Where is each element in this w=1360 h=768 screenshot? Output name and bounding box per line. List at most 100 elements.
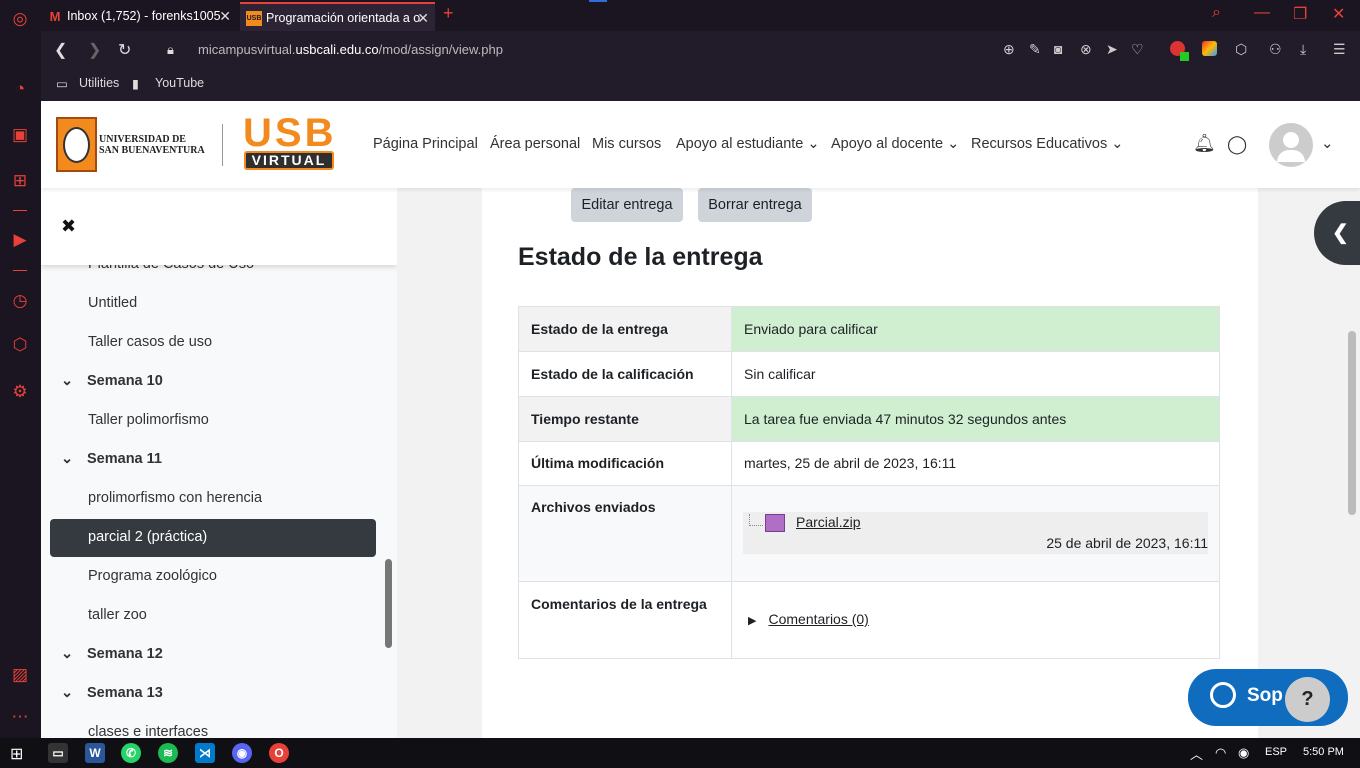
section-semana-12[interactable]: ⌄ Semana 12 — [61, 646, 163, 662]
new-tab-plus-icon[interactable]: + — [443, 3, 454, 24]
nav-apoyo-estudiante[interactable]: Apoyo al estudiante ⌄ — [676, 136, 820, 152]
course-item[interactable]: Programa zoológico — [88, 568, 217, 584]
forward-icon[interactable]: ❯ — [88, 40, 101, 60]
word-icon[interactable]: W — [85, 743, 105, 763]
reload-icon[interactable]: ↻ — [118, 40, 131, 60]
section-semana-10[interactable]: ⌄ Semana 10 — [61, 373, 163, 389]
discord-tray-icon[interactable]: ◉ — [1238, 745, 1249, 761]
file-link[interactable]: Parcial.zip — [796, 514, 861, 530]
tree-line — [749, 514, 763, 526]
menu-icon[interactable]: ☰ — [1333, 41, 1346, 58]
close-window-icon[interactable]: ✕ — [1332, 4, 1345, 24]
more-dots-icon[interactable]: ⋯ — [9, 706, 31, 728]
close-drawer-icon[interactable]: ✖ — [61, 216, 76, 237]
lock-icon[interactable]: 🔒︎ — [167, 42, 174, 58]
nav-mis-cursos[interactable]: Mis cursos — [592, 136, 661, 152]
nav-label: Apoyo al estudiante — [676, 136, 804, 152]
nav-apoyo-docente[interactable]: Apoyo al docente ⌄ — [831, 136, 959, 152]
chevron-down-icon: ⌄ — [807, 136, 820, 152]
bookmark-youtube[interactable]: YouTube — [155, 76, 204, 90]
course-item-active[interactable]: parcial 2 (práctica) — [88, 529, 207, 545]
speed-dial-icon[interactable]: ◔ — [9, 78, 31, 100]
profile-icon[interactable]: ⚇ — [1269, 41, 1282, 58]
close-tab-icon[interactable]: ✕ — [219, 2, 231, 31]
help-button[interactable]: ? — [1285, 677, 1330, 722]
gmail-favicon-icon: M — [49, 9, 61, 24]
course-item[interactable]: taller zoo — [88, 607, 147, 623]
back-icon[interactable]: ❮ — [54, 40, 67, 60]
terminal-icon[interactable]: ▭ — [48, 743, 68, 763]
delete-submission-button[interactable]: Borrar entrega — [698, 188, 812, 222]
vscode-icon[interactable]: ⋊ — [195, 743, 215, 763]
restore-icon[interactable]: ❐ — [1293, 4, 1307, 24]
search-tabs-icon[interactable]: ⌕ — [1212, 4, 1221, 22]
nav-pagina-principal[interactable]: Página Principal — [373, 136, 478, 152]
extension-color-icon[interactable] — [1202, 41, 1217, 56]
tab-programacion[interactable]: USB Programación orientada a o ✕ — [240, 2, 435, 31]
row-label: Comentarios de la entrega — [518, 581, 732, 659]
zoom-icon[interactable]: ⊕ — [1003, 41, 1015, 58]
history-icon[interactable]: ◷ — [9, 290, 31, 312]
edit-icon[interactable]: ✎ — [1029, 41, 1041, 58]
camera-icon[interactable]: ◙ — [1054, 41, 1062, 57]
tab-inbox[interactable]: M Inbox (1,752) - forenks1005 ✕ — [41, 2, 237, 31]
language-indicator[interactable]: ESP — [1265, 746, 1287, 758]
edit-submission-button[interactable]: Editar entrega — [571, 188, 683, 222]
whatsapp-icon[interactable]: ✆ — [121, 743, 141, 763]
course-item[interactable]: clases e interfaces — [88, 724, 208, 738]
wifi-icon[interactable]: ◠ — [1215, 745, 1226, 761]
url-path: /mod/assign/view.php — [378, 42, 503, 57]
block-icon[interactable]: ⊗ — [1080, 41, 1092, 58]
close-tab-icon[interactable]: ✕ — [417, 4, 429, 31]
messages-chat-icon[interactable]: ◯ — [1227, 134, 1247, 155]
support-widget[interactable]: Sop ? — [1188, 669, 1348, 726]
nav-recursos-educativos[interactable]: Recursos Educativos ⌄ — [971, 136, 1123, 152]
page-scrollbar[interactable] — [1348, 331, 1356, 515]
opera-icon[interactable]: O — [269, 743, 289, 763]
gallery-icon[interactable]: ▨ — [9, 664, 31, 686]
send-icon[interactable]: ➤ — [1106, 41, 1118, 58]
opera-logo-icon[interactable]: ◎ — [9, 8, 31, 30]
user-menu-chevron-icon[interactable]: ⌄ — [1321, 134, 1334, 152]
chat-bubble-icon — [1210, 682, 1236, 708]
cube-icon[interactable]: ⬡ — [9, 334, 31, 356]
tab-label: Programación orientada a o — [266, 11, 421, 25]
bookmark-utilities[interactable]: Utilities — [79, 76, 119, 90]
course-item[interactable]: Untitled — [88, 295, 137, 311]
chevron-down-icon: ⌄ — [61, 373, 74, 389]
download-icon[interactable]: ⤓ — [1300, 41, 1306, 58]
settings-gear-icon[interactable]: ⚙ — [9, 381, 31, 403]
nav-area-personal[interactable]: Área personal — [490, 136, 580, 152]
workspaces-icon[interactable]: ▣ — [9, 124, 31, 146]
table-row: Última modificación martes, 25 de abril … — [518, 441, 1220, 486]
page-icon: ▮ — [132, 77, 139, 91]
player-icon[interactable]: ▶ — [9, 229, 31, 251]
row-label: Tiempo restante — [518, 396, 732, 442]
course-item[interactable]: Taller casos de uso — [88, 334, 212, 350]
minimize-icon[interactable]: — — [1254, 4, 1270, 22]
comments-link[interactable]: Comentarios (0) — [768, 611, 868, 627]
user-avatar[interactable] — [1269, 123, 1313, 167]
course-item[interactable]: prolimorfismo con herencia — [88, 490, 262, 506]
course-item[interactable]: Taller polimorfismo — [88, 412, 209, 428]
discord-icon[interactable]: ◉ — [232, 743, 252, 763]
chevron-up-icon[interactable]: ︿ — [1190, 744, 1203, 763]
notifications-bell-icon[interactable]: 🔔︎ — [1193, 133, 1216, 154]
heart-icon[interactable]: ♡ — [1131, 41, 1144, 58]
extensions-icon[interactable]: ⊞ — [9, 170, 31, 192]
section-semana-11[interactable]: ⌄ Semana 11 — [61, 451, 162, 467]
open-right-drawer-button[interactable]: ❮ — [1314, 201, 1360, 265]
section-semana-13[interactable]: ⌄ Semana 13 — [61, 685, 163, 701]
url-field[interactable]: micampusvirtual.usbcali.edu.co/mod/assig… — [198, 42, 503, 57]
drawer-scrollbar[interactable] — [385, 559, 392, 648]
cube-icon[interactable]: ⬡ — [1235, 41, 1247, 58]
url-prefix: micampusvirtual. — [198, 42, 296, 57]
table-row: Tiempo restante La tarea fue enviada 47 … — [518, 396, 1220, 442]
section-label: Semana 11 — [87, 451, 162, 467]
caret-right-icon[interactable]: ▶ — [748, 615, 756, 627]
university-seal-logo[interactable] — [56, 117, 97, 172]
windows-start-icon[interactable]: ⊞ — [10, 744, 23, 764]
usb-brand[interactable]: USB — [243, 113, 336, 153]
clock[interactable]: 5:50 PM — [1303, 746, 1344, 758]
spotify-icon[interactable]: ≋ — [158, 743, 178, 763]
